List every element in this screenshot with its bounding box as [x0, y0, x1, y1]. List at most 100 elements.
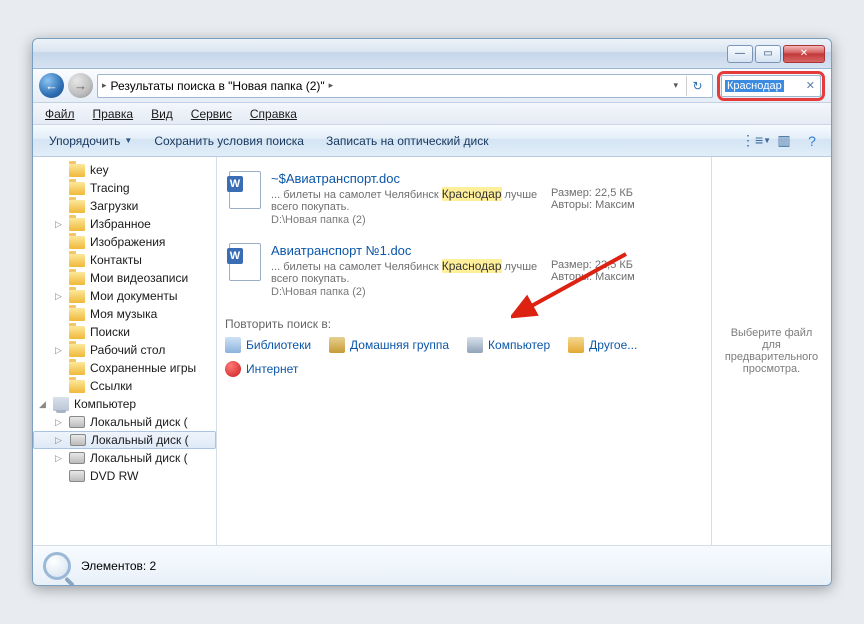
- navigation-tree[interactable]: key Tracing Загрузки▷ИзбранноеИзображения К…: [33, 157, 217, 545]
- folder-icon: [69, 308, 85, 321]
- tree-item-label: Ссылки: [90, 379, 132, 393]
- toolbar: Упорядочить▼ Сохранить условия поиска За…: [33, 125, 831, 157]
- search-box[interactable]: Краснодар ✕: [721, 75, 821, 97]
- folder-icon: [69, 164, 85, 177]
- back-button[interactable]: ←: [39, 73, 64, 98]
- search-results: ~$Авиатранспорт.doc... билеты на самолет…: [217, 157, 711, 545]
- tree-item-label: DVD RW: [90, 469, 138, 483]
- preview-pane: Выберите файл для предварительного просм…: [711, 157, 831, 545]
- folder-icon: [69, 254, 85, 267]
- tree-item[interactable]: ▷Мои документы: [33, 287, 216, 305]
- minimize-button[interactable]: —: [727, 45, 753, 63]
- explorer-window: — ▭ ✕ ← → ▸ Результаты поиска в "Новая п…: [32, 38, 832, 586]
- folder-icon: [69, 290, 85, 303]
- help-button[interactable]: ?: [799, 130, 825, 152]
- tree-item-label: Локальный диск (: [91, 433, 189, 447]
- forward-button[interactable]: →: [68, 73, 93, 98]
- repeat-other[interactable]: Другое...: [568, 337, 637, 353]
- drive-icon: [69, 470, 85, 482]
- maximize-button[interactable]: ▭: [755, 45, 781, 63]
- folder-icon: [69, 344, 85, 357]
- menu-view[interactable]: Вид: [143, 105, 181, 123]
- doc-icon: [229, 243, 261, 281]
- tree-item[interactable]: Моя музыка: [33, 305, 216, 323]
- tree-item[interactable]: Tracing: [33, 179, 216, 197]
- address-text: Результаты поиска в "Новая папка (2)": [111, 79, 325, 93]
- tree-item-label: Tracing: [90, 181, 130, 195]
- tree-item[interactable]: key: [33, 161, 216, 179]
- save-search-button[interactable]: Сохранить условия поиска: [144, 130, 314, 152]
- result-title: Авиатранспорт №1.doc: [271, 243, 541, 258]
- result-snippet: ... билеты на самолет Челябинск Краснода…: [271, 187, 541, 213]
- tree-item-label: Локальный диск (: [90, 451, 188, 465]
- repeat-home[interactable]: Домашняя группа: [329, 337, 449, 353]
- result-item[interactable]: ~$Авиатранспорт.doc... билеты на самолет…: [225, 165, 703, 233]
- tree-item-label: Мои документы: [90, 289, 177, 303]
- result-path: D:\Новая папка (2): [271, 286, 541, 298]
- nav-bar: ← → ▸ Результаты поиска в "Новая папка (…: [33, 69, 831, 103]
- folder-icon: [69, 236, 85, 249]
- search-clear-icon[interactable]: ✕: [804, 79, 817, 92]
- tree-item-label: Контакты: [90, 253, 142, 267]
- view-options-button[interactable]: ⋮≡▼: [743, 130, 769, 152]
- refresh-button[interactable]: ↻: [686, 76, 708, 96]
- result-title: ~$Авиатранспорт.doc: [271, 171, 541, 186]
- repeat-comp[interactable]: Компьютер: [467, 337, 550, 353]
- tree-item[interactable]: Поиски: [33, 323, 216, 341]
- menu-file[interactable]: Файл: [37, 105, 83, 123]
- status-bar: Элементов: 2: [33, 545, 831, 585]
- menu-bar: Файл Правка Вид Сервис Справка: [33, 103, 831, 125]
- doc-icon: [229, 171, 261, 209]
- tree-item[interactable]: Контакты: [33, 251, 216, 269]
- organize-button[interactable]: Упорядочить▼: [39, 130, 142, 152]
- folder-icon: [69, 380, 85, 393]
- tree-item[interactable]: ▷Локальный диск (: [33, 413, 216, 431]
- lib-icon: [225, 337, 241, 353]
- tree-item-label: Мои видеозаписи: [90, 271, 188, 285]
- tree-item-label: key: [90, 163, 109, 177]
- result-snippet: ... билеты на самолет Челябинск Краснода…: [271, 259, 541, 285]
- search-highlight: Краснодар ✕: [717, 71, 825, 101]
- tree-item[interactable]: ▷Рабочий стол: [33, 341, 216, 359]
- menu-tools[interactable]: Сервис: [183, 105, 240, 123]
- repeat-internet[interactable]: Интернет: [225, 361, 298, 377]
- computer-icon: [53, 397, 69, 411]
- tree-item-label: Локальный диск (: [90, 415, 188, 429]
- tree-item[interactable]: DVD RW: [33, 467, 216, 485]
- menu-help[interactable]: Справка: [242, 105, 305, 123]
- address-dropdown-icon[interactable]: ▾: [669, 80, 682, 91]
- search-icon: [43, 552, 71, 580]
- tree-item[interactable]: ◢Компьютер: [33, 395, 216, 413]
- internet-icon: [225, 361, 241, 377]
- breadcrumb-arrow-icon: ▸: [329, 80, 334, 91]
- tree-item[interactable]: ▷Локальный диск (: [33, 449, 216, 467]
- tree-item-label: Моя музыка: [90, 307, 157, 321]
- tree-item[interactable]: ▷Избранное: [33, 215, 216, 233]
- menu-edit[interactable]: Правка: [85, 105, 142, 123]
- tree-item[interactable]: ▷Локальный диск (: [33, 431, 216, 449]
- search-query: Краснодар: [725, 80, 784, 92]
- close-button[interactable]: ✕: [783, 45, 825, 63]
- result-meta: Размер: 22,5 КБАвторы: Максим: [551, 243, 699, 298]
- preview-pane-button[interactable]: ▥: [771, 130, 797, 152]
- tree-item[interactable]: Сохраненные игры: [33, 359, 216, 377]
- folder-icon: [69, 182, 85, 195]
- repeat-lib[interactable]: Библиотеки: [225, 337, 311, 353]
- burn-button[interactable]: Записать на оптический диск: [316, 130, 499, 152]
- address-bar[interactable]: ▸ Результаты поиска в "Новая папка (2)" …: [97, 74, 713, 98]
- result-item[interactable]: Авиатранспорт №1.doc... билеты на самоле…: [225, 237, 703, 305]
- tree-item[interactable]: Ссылки: [33, 377, 216, 395]
- result-meta: Размер: 22,5 КБАвторы: Максим: [551, 171, 699, 226]
- tree-item[interactable]: Изображения: [33, 233, 216, 251]
- folder-icon: [69, 272, 85, 285]
- tree-item-label: Сохраненные игры: [90, 361, 196, 375]
- tree-item-label: Поиски: [90, 325, 130, 339]
- tree-item[interactable]: Загрузки: [33, 197, 216, 215]
- comp-icon: [467, 337, 483, 353]
- tree-item-label: Рабочий стол: [90, 343, 165, 357]
- folder-icon: [69, 362, 85, 375]
- tree-item-label: Избранное: [90, 217, 151, 231]
- titlebar: — ▭ ✕: [33, 39, 831, 69]
- tree-item[interactable]: Мои видеозаписи: [33, 269, 216, 287]
- breadcrumb-arrow-icon: ▸: [102, 80, 107, 91]
